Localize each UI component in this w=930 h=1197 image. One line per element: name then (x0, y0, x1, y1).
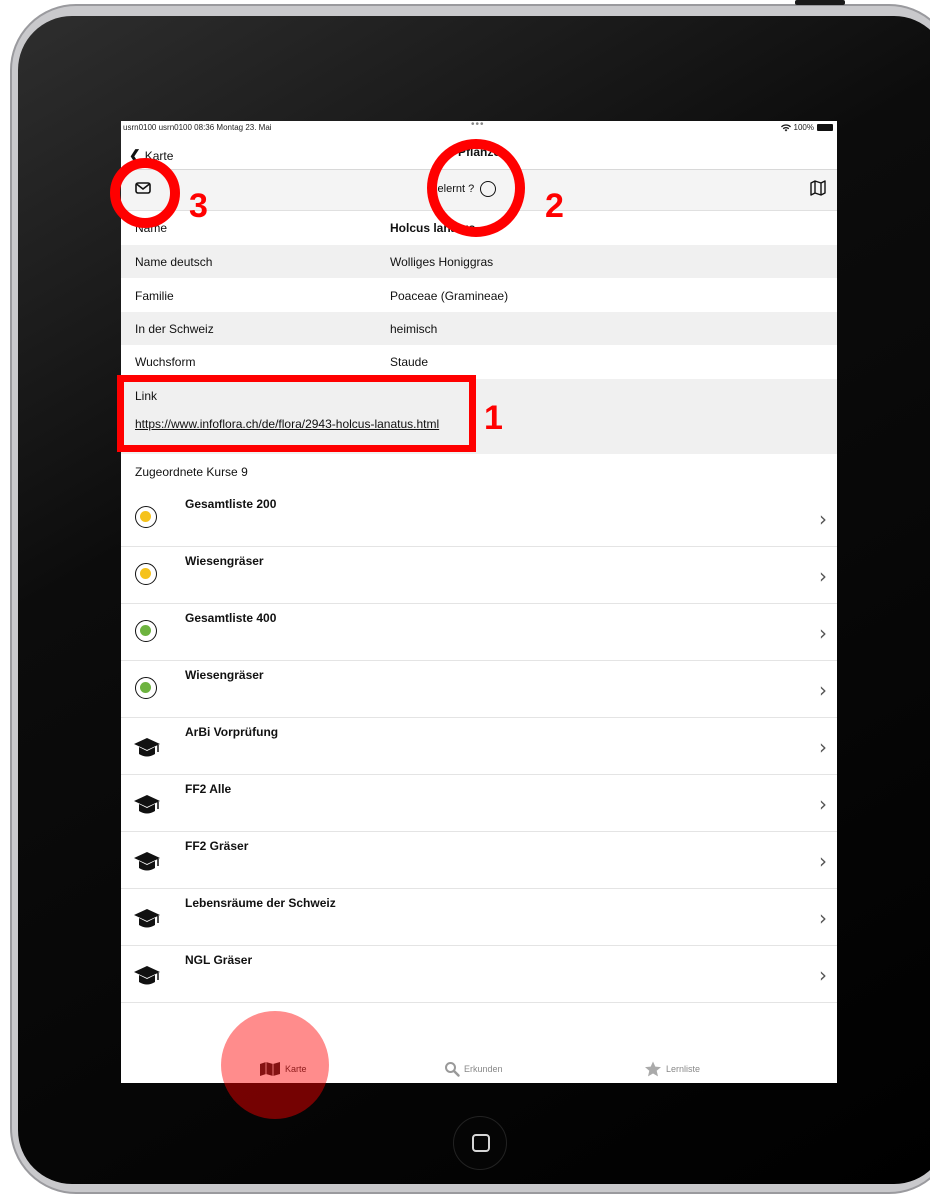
tap-indicator (221, 1011, 329, 1119)
chevron-right-icon: › (819, 849, 827, 873)
green-dot (140, 625, 151, 636)
info-row-wuchsform: Wuchsform Staude (121, 345, 837, 378)
graduation-cap-icon (134, 738, 160, 757)
info-label: Familie (135, 289, 174, 303)
chevron-right-icon: › (819, 621, 827, 645)
yellow-dot (140, 568, 151, 579)
home-button-icon (472, 1134, 490, 1152)
status-dot-icon (135, 677, 157, 699)
power-button (795, 0, 845, 5)
info-value: Staude (390, 355, 429, 369)
info-row-schweiz: In der Schweiz heimisch (121, 312, 837, 345)
tab-label: Lernliste (666, 1064, 701, 1074)
course-row[interactable]: Lebensräume der Schweiz › (121, 888, 837, 946)
info-label: In der Schweiz (135, 322, 214, 336)
course-row[interactable]: ArBi Vorprüfung › (121, 717, 837, 775)
info-row-name-deutsch: Name deutsch Wolliges Honiggras (121, 245, 837, 278)
battery-percent: 100% (793, 123, 814, 132)
chevron-right-icon: › (819, 507, 827, 531)
course-name: Wiesengräser (185, 554, 264, 568)
graduation-cap-icon (134, 795, 160, 814)
chevron-right-icon: › (819, 792, 827, 816)
annotation-number-2: 2 (545, 187, 564, 225)
course-name: ArBi Vorprüfung (185, 725, 279, 739)
course-row[interactable]: NGL Gräser › (121, 945, 837, 1003)
course-name: Gesamtliste 400 (185, 611, 277, 625)
info-value: Wolliges Honiggras (390, 255, 494, 269)
tab-label: Erkunden (464, 1064, 503, 1074)
status-dot-icon (135, 563, 157, 585)
course-name: Wiesengräser (185, 668, 264, 682)
graduation-cap-icon (134, 909, 160, 928)
annotation-number-1: 1 (484, 399, 503, 437)
status-text: usrn0100 usrn0100 08:36 Montag 23. Mai (123, 123, 272, 132)
course-name: Lebensräume der Schweiz (185, 896, 336, 910)
green-dot (140, 682, 151, 693)
graduation-cap-icon (134, 966, 160, 985)
info-value: Poaceae (Gramineae) (390, 289, 509, 303)
course-row[interactable]: FF2 Alle › (121, 774, 837, 832)
course-row[interactable]: Wiesengräser › (121, 546, 837, 604)
home-button[interactable] (453, 1116, 507, 1170)
course-name: FF2 Gräser (185, 839, 249, 853)
status-dot-icon (135, 506, 157, 528)
status-right: 100% (780, 123, 833, 132)
map-icon[interactable] (809, 179, 827, 197)
search-icon (445, 1062, 460, 1077)
info-value: heimisch (390, 322, 438, 336)
multitask-dots[interactable]: ••• (471, 121, 485, 130)
info-label: Wuchsform (135, 355, 196, 369)
star-icon (645, 1061, 661, 1077)
course-name: NGL Gräser (185, 953, 253, 967)
annotation-circle-2 (427, 139, 525, 237)
course-row[interactable]: FF2 Gräser › (121, 831, 837, 889)
chevron-right-icon: › (819, 735, 827, 759)
chevron-right-icon: › (819, 678, 827, 702)
tab-lernliste[interactable]: Lernliste (644, 1061, 700, 1077)
annotation-rect-1 (117, 375, 476, 452)
info-row-familie: Familie Poaceae (Gramineae) (121, 279, 837, 312)
status-dot-icon (135, 620, 157, 642)
battery-icon (817, 124, 833, 131)
app-screen: usrn0100 usrn0100 08:36 Montag 23. Mai •… (121, 121, 837, 1083)
info-label: Name deutsch (135, 255, 213, 269)
courses-heading: Zugeordnete Kurse 9 (135, 465, 248, 479)
chevron-right-icon: › (819, 906, 827, 930)
wifi-icon (780, 123, 791, 131)
annotation-circle-3 (110, 158, 180, 228)
chevron-right-icon: › (819, 564, 827, 588)
course-name: FF2 Alle (185, 782, 232, 796)
yellow-dot (140, 511, 151, 522)
course-name: Gesamtliste 200 (185, 497, 277, 511)
course-row[interactable]: Wiesengräser › (121, 660, 837, 718)
status-bar: usrn0100 usrn0100 08:36 Montag 23. Mai •… (121, 121, 837, 135)
tab-erkunden[interactable]: Erkunden (444, 1061, 503, 1077)
chevron-right-icon: › (819, 963, 827, 987)
course-row[interactable]: Gesamtliste 400 › (121, 603, 837, 661)
graduation-cap-icon (134, 852, 160, 871)
annotation-number-3: 3 (189, 187, 208, 225)
course-row[interactable]: Gesamtliste 200 › (121, 489, 837, 547)
